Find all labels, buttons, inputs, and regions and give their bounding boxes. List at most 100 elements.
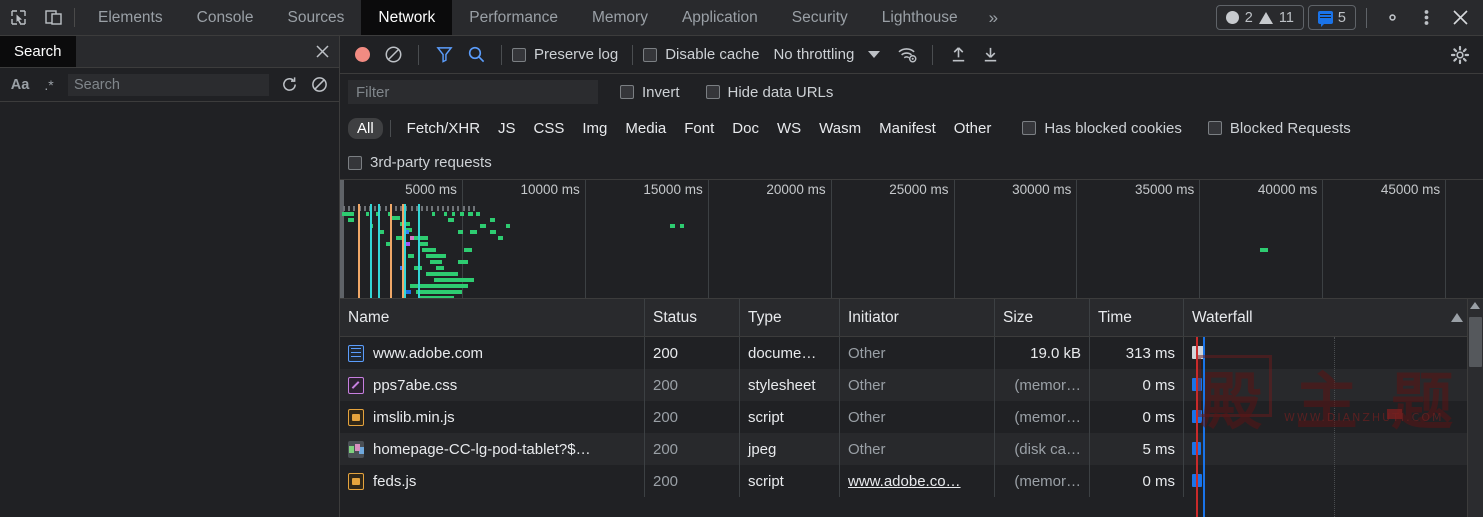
gear-icon[interactable] [1445,41,1475,69]
upload-icon[interactable] [943,41,973,69]
clear-icon[interactable] [305,73,333,97]
overview-request-bar [680,224,684,228]
type-filter-js[interactable]: JS [489,118,525,139]
throttling-dropdown[interactable]: No throttling [773,46,880,63]
disable-cache-checkbox[interactable]: Disable cache [643,46,759,63]
column-label: Time [1098,309,1132,327]
messages-counter[interactable]: 5 [1308,5,1356,30]
column-header-name[interactable]: Name [340,299,645,336]
tab-network[interactable]: Network [361,0,452,35]
type-filter-css[interactable]: CSS [525,118,574,139]
overview-request-bar [458,260,468,264]
overview-request-bar [1260,248,1268,252]
clear-icon[interactable] [378,41,408,69]
scroll-up-arrow[interactable] [1470,302,1480,309]
network-overview-timeline[interactable]: 5000 ms10000 ms15000 ms20000 ms25000 ms3… [340,179,1483,299]
type-filter-ws[interactable]: WS [768,118,810,139]
more-tabs-button[interactable]: » [975,0,1012,35]
close-icon[interactable] [305,36,339,67]
tab-security[interactable]: Security [775,0,865,35]
inspect-cursor-icon[interactable] [0,0,36,35]
third-party-requests-checkbox[interactable]: 3rd-party requests [348,154,492,171]
tab-search[interactable]: Search [0,36,76,67]
type-filter-img[interactable]: Img [573,118,616,139]
cell-name[interactable]: www.adobe.com [340,337,645,369]
image-icon [348,441,364,458]
table-row[interactable]: imslib.min.js200scriptOther(memor…0 ms [340,401,1483,433]
column-label: Waterfall [1192,309,1253,327]
filter-funnel-icon[interactable] [429,41,459,69]
column-header-time[interactable]: Time [1090,299,1184,336]
refresh-icon[interactable] [275,73,303,97]
issues-counters[interactable]: 2 11 [1216,5,1304,30]
tab-lighthouse[interactable]: Lighthouse [865,0,975,35]
cell-status: 200 [645,369,740,401]
cell-name[interactable]: feds.js [340,465,645,497]
tab-label: Security [792,9,848,27]
hide-data-urls-label: Hide data URLs [728,84,834,101]
overview-request-bars [340,204,1483,298]
search-icon[interactable] [461,41,491,69]
table-row[interactable]: www.adobe.com200docume…Other19.0 kB313 m… [340,337,1483,369]
regex-button[interactable]: .* [36,73,62,97]
cell-name[interactable]: homepage-CC-lg-pod-tablet?$… [340,433,645,465]
scrollbar-thumb[interactable] [1469,317,1482,367]
search-tab-label: Search [14,43,62,60]
type-filter-wasm[interactable]: Wasm [810,118,870,139]
toolbar-divider [74,8,75,27]
column-header-initiator[interactable]: Initiator [840,299,995,336]
table-row[interactable]: pps7abe.css200stylesheetOther(memor…0 ms [340,369,1483,401]
cell-initiator-value[interactable]: www.adobe.co… [848,473,961,490]
preserve-log-checkbox[interactable]: Preserve log [512,46,618,63]
chip-label: Img [582,120,607,137]
tab-sources[interactable]: Sources [271,0,362,35]
column-header-status[interactable]: Status [645,299,740,336]
kebab-menu-icon[interactable] [1411,3,1441,33]
type-filter-other[interactable]: Other [945,118,1001,139]
filter-input[interactable] [348,80,598,104]
chip-label: Fetch/XHR [407,120,480,137]
blocked-requests-checkbox[interactable]: Blocked Requests [1208,120,1351,137]
download-icon[interactable] [975,41,1005,69]
chevron-double-right-icon: » [989,8,998,28]
cell-time-value: 313 ms [1126,345,1175,362]
match-case-button[interactable]: Aa [6,73,34,97]
waterfall-bar [1192,346,1204,359]
tab-application[interactable]: Application [665,0,775,35]
tab-memory[interactable]: Memory [575,0,665,35]
tab-elements[interactable]: Elements [81,0,180,35]
device-toggle-icon[interactable] [36,0,72,35]
has-blocked-cookies-checkbox[interactable]: Has blocked cookies [1022,120,1182,137]
wifi-settings-icon[interactable] [892,41,922,69]
vertical-scrollbar[interactable] [1467,299,1483,517]
filter-row: Invert Hide data URLs [340,74,1483,110]
record-button[interactable] [348,41,376,69]
tab-console[interactable]: Console [180,0,271,35]
type-filter-fetch-xhr[interactable]: Fetch/XHR [398,118,489,139]
type-filter-all[interactable]: All [348,118,383,139]
column-header-waterfall[interactable]: Waterfall [1184,299,1483,336]
gear-icon[interactable] [1377,3,1407,33]
type-filter-manifest[interactable]: Manifest [870,118,945,139]
table-row[interactable]: feds.js200scriptwww.adobe.co…(memor…0 ms [340,465,1483,497]
type-filter-font[interactable]: Font [675,118,723,139]
overview-request-bar [670,224,675,228]
tab-performance[interactable]: Performance [452,0,575,35]
column-header-type[interactable]: Type [740,299,840,336]
overview-request-bar [468,212,473,216]
devtools-body: Search Aa .* [0,36,1483,517]
table-row[interactable]: homepage-CC-lg-pod-tablet?$…200jpegOther… [340,433,1483,465]
cell-type-value: docume… [748,345,816,362]
cell-name[interactable]: imslib.min.js [340,401,645,433]
search-input[interactable] [68,74,269,96]
cell-name[interactable]: pps7abe.css [340,369,645,401]
column-label: Status [653,309,697,327]
overview-request-bar [416,290,444,294]
type-filter-media[interactable]: Media [616,118,675,139]
request-name: feds.js [373,473,416,490]
type-filter-doc[interactable]: Doc [723,118,768,139]
hide-data-urls-checkbox[interactable]: Hide data URLs [706,84,834,101]
column-header-size[interactable]: Size [995,299,1090,336]
close-icon[interactable] [1445,3,1475,33]
invert-checkbox[interactable]: Invert [620,84,680,101]
